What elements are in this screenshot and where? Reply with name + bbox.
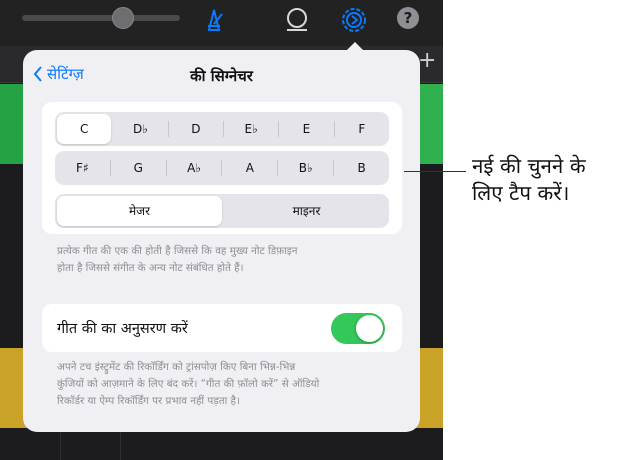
callout-line-1: नई की चुनने के xyxy=(472,154,586,178)
mode-selector: मेजर माइनर xyxy=(55,194,389,228)
settings-gear-icon[interactable] xyxy=(340,6,368,34)
key-description-line: होता है जिससे संगीत के अन्य नोट संबंधित … xyxy=(57,262,244,274)
mode-option-minor[interactable]: माइनर xyxy=(224,194,389,228)
key-option-f-sharp[interactable]: F♯ xyxy=(55,151,110,185)
key-option-d-flat[interactable]: D♭ xyxy=(113,112,167,146)
control-bar: ? xyxy=(0,0,443,46)
follow-description-line: रिकॉर्डर या ऐम्प रिकॉर्डिंग पर प्रभाव नह… xyxy=(57,395,240,407)
key-option-e[interactable]: E xyxy=(279,112,333,146)
follow-key-toggle[interactable] xyxy=(331,313,385,344)
key-option-c[interactable]: C xyxy=(57,114,112,144)
key-row-2: F♯ G A♭ A B♭ B xyxy=(55,151,389,185)
callout-text: नई की चुनने के लिए टैप करें। xyxy=(472,153,586,207)
key-option-b[interactable]: B xyxy=(334,151,389,185)
popover-title: की सिग्नेचर xyxy=(190,67,253,85)
key-option-b-flat[interactable]: B♭ xyxy=(278,151,333,185)
follow-description-line: कुंजियों को आज़माने के लिए बंद करें। “गी… xyxy=(57,378,320,390)
follow-key-label: गीत की का अनुसरण करें xyxy=(57,321,188,337)
key-signature-popover: सेटिंग्ज़ की सिग्नेचर C D♭ D E♭ E F F♯ G… xyxy=(23,50,420,432)
follow-key-row: गीत की का अनुसरण करें xyxy=(42,304,402,352)
key-description: प्रत्येक गीत की एक की होती है जिससे कि व… xyxy=(57,243,298,277)
key-description-line: प्रत्येक गीत की एक की होती है जिससे कि व… xyxy=(57,245,298,257)
key-option-f[interactable]: F xyxy=(335,112,389,146)
master-volume-slider[interactable] xyxy=(22,15,180,21)
help-icon[interactable]: ? xyxy=(397,7,419,29)
follow-key-description: अपने टच इंस्ट्रुमेंट की रिकॉर्डिंग को ट्… xyxy=(57,359,319,410)
mode-option-major[interactable]: मेजर xyxy=(57,196,222,226)
callout-line xyxy=(404,171,466,172)
loop-icon[interactable] xyxy=(283,6,311,34)
metronome-icon[interactable] xyxy=(200,6,228,34)
key-row-1: C D♭ D E♭ E F xyxy=(55,112,389,146)
master-volume-slider-thumb[interactable] xyxy=(112,7,134,29)
key-option-a-flat[interactable]: A♭ xyxy=(167,151,222,185)
callout-line-2: लिए टैप करें। xyxy=(472,181,570,205)
add-track-icon[interactable]: + xyxy=(418,48,436,73)
key-picker-card: C D♭ D E♭ E F F♯ G A♭ A B♭ B मेजर माइनर xyxy=(42,102,402,234)
key-option-g[interactable]: G xyxy=(111,151,166,185)
key-option-e-flat[interactable]: E♭ xyxy=(224,112,278,146)
toggle-knob xyxy=(356,315,383,342)
follow-description-line: अपने टच इंस्ट्रुमेंट की रिकॉर्डिंग को ट्… xyxy=(57,361,296,373)
key-option-d[interactable]: D xyxy=(169,112,223,146)
key-option-a[interactable]: A xyxy=(222,151,277,185)
